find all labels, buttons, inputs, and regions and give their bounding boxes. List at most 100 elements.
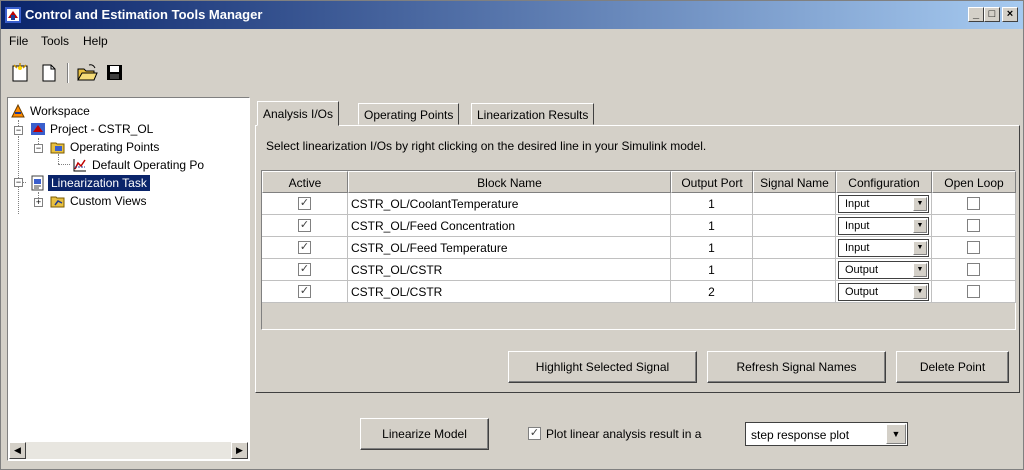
tab-label: Operating Points [364,108,454,122]
header-block-name[interactable]: Block Name [348,171,671,193]
scroll-right-button[interactable]: ▶ [231,442,248,459]
table-row[interactable]: ✓ CSTR_OL/CSTR 1 Output ▼ [262,259,1016,281]
menu-help[interactable]: Help [83,34,108,48]
active-checkbox[interactable]: ✓ [298,285,311,298]
refresh-signal-names-button[interactable]: Refresh Signal Names [707,351,886,383]
open-loop-checkbox[interactable] [967,241,980,254]
tab-analysis-ios[interactable]: Analysis I/Os [257,101,340,126]
title-bar[interactable]: Control and Estimation Tools Manager _ □… [1,1,1023,29]
expand-toggle[interactable]: + [34,198,43,207]
output-port-cell[interactable]: 1 [671,237,753,259]
configuration-select[interactable]: Input ▼ [838,195,929,213]
signal-name-cell[interactable] [753,193,836,215]
chevron-down-icon[interactable]: ▼ [913,263,927,277]
collapse-toggle[interactable]: − [14,126,23,135]
output-port-cell[interactable]: 2 [671,281,753,303]
header-signal-name[interactable]: Signal Name [753,171,836,193]
signal-name-cell[interactable] [753,215,836,237]
output-port-cell[interactable]: 1 [671,259,753,281]
menu-tools[interactable]: Tools [41,34,69,48]
tab-linearization-results[interactable]: Linearization Results [471,103,595,125]
analysis-ios-panel: Select linearization I/Os by right click… [255,125,1020,393]
open-loop-cell[interactable] [932,281,1016,303]
tree-label-selected: Linearization Task [48,175,150,191]
active-cell[interactable]: ✓ [262,259,348,281]
delete-point-button[interactable]: Delete Point [896,351,1009,383]
open-loop-checkbox[interactable] [967,263,980,276]
chevron-down-icon[interactable]: ▼ [913,219,927,233]
signal-name-cell[interactable] [753,259,836,281]
active-cell[interactable]: ✓ [262,281,348,303]
configuration-select[interactable]: Input ▼ [838,217,929,235]
open-loop-checkbox[interactable] [967,285,980,298]
block-name-cell[interactable]: CSTR_OL/CSTR [348,259,671,281]
open-loop-cell[interactable] [932,259,1016,281]
active-checkbox[interactable]: ✓ [298,219,311,232]
panel-splitter[interactable] [250,97,252,461]
open-loop-cell[interactable] [932,237,1016,259]
signal-name-cell[interactable] [753,281,836,303]
linearize-model-button[interactable]: Linearize Model [360,418,489,450]
block-name-cell[interactable]: CSTR_OL/Feed Temperature [348,237,671,259]
configuration-cell[interactable]: Output ▼ [836,281,932,303]
configuration-cell[interactable]: Input ▼ [836,193,932,215]
save-icon [107,65,122,80]
output-port-cell[interactable]: 1 [671,215,753,237]
plot-type-select[interactable]: step response plot ▼ [745,422,908,446]
header-output-port[interactable]: Output Port [671,171,753,193]
tree-node-default-operating-point[interactable]: Default Operating Po [72,156,248,174]
configuration-cell[interactable]: Output ▼ [836,259,932,281]
collapse-toggle[interactable]: − [34,144,43,153]
configuration-cell[interactable]: Input ▼ [836,215,932,237]
table-row[interactable]: ✓ CSTR_OL/Feed Temperature 1 Input ▼ [262,237,1016,259]
highlight-selected-signal-button[interactable]: Highlight Selected Signal [508,351,697,383]
maximize-button[interactable]: □ [984,7,1000,22]
configuration-select[interactable]: Output ▼ [838,283,929,301]
table-row[interactable]: ✓ CSTR_OL/CoolantTemperature 1 Input ▼ [262,193,1016,215]
tab-label: Analysis I/Os [263,107,334,121]
chevron-down-icon[interactable]: ▼ [886,424,906,444]
output-port-cell[interactable]: 1 [671,193,753,215]
header-open-loop[interactable]: Open Loop [932,171,1016,193]
block-name-cell[interactable]: CSTR_OL/Feed Concentration [348,215,671,237]
plot-result-checkbox[interactable]: ✓ [528,427,541,440]
block-name-cell[interactable]: CSTR_OL/CoolantTemperature [348,193,671,215]
minimize-button[interactable]: _ [968,7,984,22]
main-window: Control and Estimation Tools Manager _ □… [0,0,1024,470]
tab-operating-points[interactable]: Operating Points [358,103,460,125]
header-active[interactable]: Active [262,171,348,193]
table-row[interactable]: ✓ CSTR_OL/Feed Concentration 1 Input ▼ [262,215,1016,237]
open-button[interactable] [75,61,99,85]
active-cell[interactable]: ✓ [262,215,348,237]
menu-file[interactable]: File [9,34,28,48]
chevron-down-icon[interactable]: ▼ [913,197,927,211]
save-button[interactable] [103,61,127,85]
configuration-select[interactable]: Output ▼ [838,261,929,279]
chevron-down-icon[interactable]: ▼ [913,241,927,255]
open-loop-cell[interactable] [932,193,1016,215]
active-checkbox[interactable]: ✓ [298,241,311,254]
chevron-down-icon[interactable]: ▼ [913,285,927,299]
block-name-cell[interactable]: CSTR_OL/CSTR [348,281,671,303]
active-checkbox[interactable]: ✓ [298,263,311,276]
active-cell[interactable]: ✓ [262,193,348,215]
active-cell[interactable]: ✓ [262,237,348,259]
configuration-select[interactable]: Input ▼ [838,239,929,257]
table-row[interactable]: ✓ CSTR_OL/CSTR 2 Output ▼ [262,281,1016,303]
configuration-cell[interactable]: Input ▼ [836,237,932,259]
workspace-tree[interactable]: Workspace − Project - CSTR_OL − Operatin… [7,97,250,461]
collapse-toggle[interactable]: − [14,178,23,187]
open-loop-checkbox[interactable] [967,197,980,210]
scroll-left-button[interactable]: ◀ [9,442,26,459]
configuration-value: Output [845,286,879,298]
new-document-button[interactable] [37,61,61,85]
toolbar-separator [67,63,69,83]
close-button[interactable]: × [1002,7,1018,22]
header-configuration[interactable]: Configuration [836,171,932,193]
new-task-button[interactable] [9,61,33,85]
active-checkbox[interactable]: ✓ [298,197,311,210]
signal-name-cell[interactable] [753,237,836,259]
open-loop-checkbox[interactable] [967,219,980,232]
open-loop-cell[interactable] [932,215,1016,237]
tree-horizontal-scrollbar[interactable]: ◀ ▶ [9,442,248,459]
